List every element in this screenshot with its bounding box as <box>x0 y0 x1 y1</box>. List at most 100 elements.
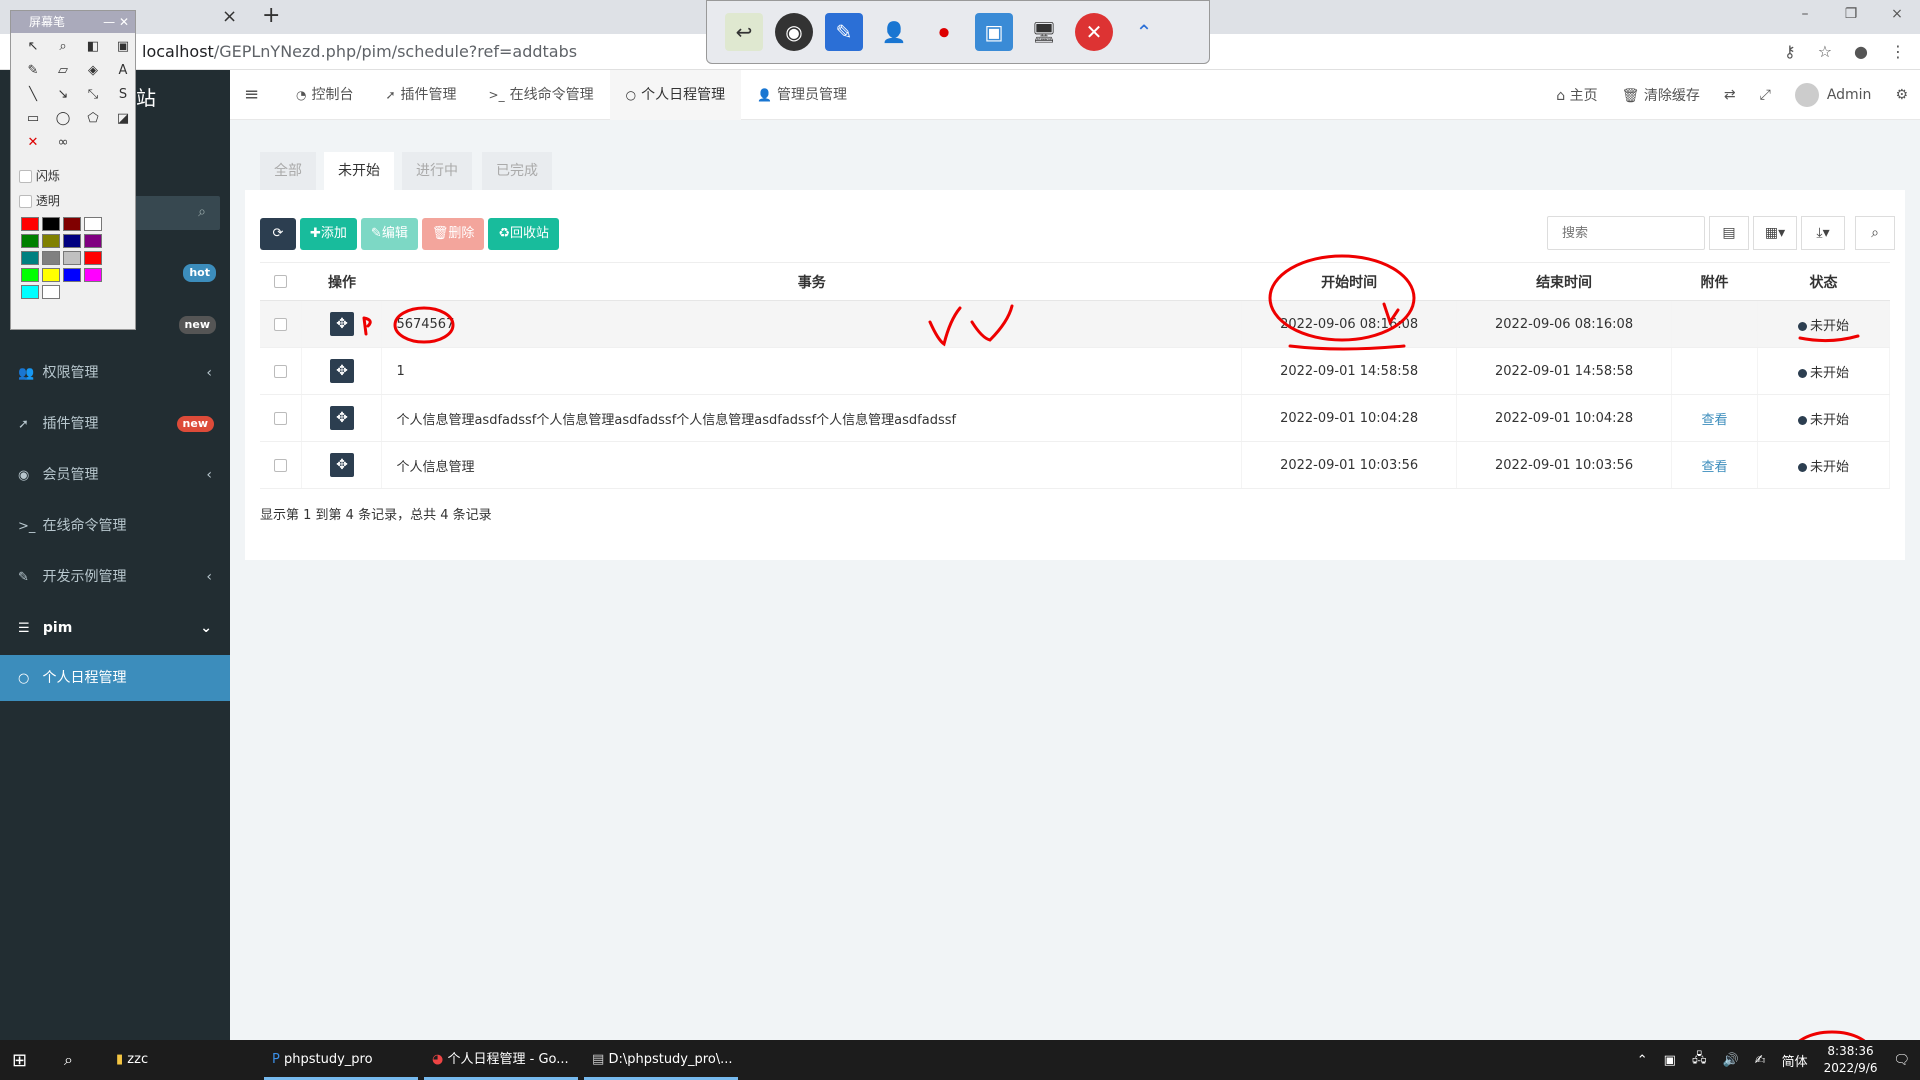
tab-dashboard[interactable]: ◔ 控制台 <box>280 70 369 120</box>
advanced-search-button[interactable]: ⌕ <box>1855 216 1895 250</box>
more-menu-icon[interactable]: ⋮ <box>1890 42 1906 61</box>
palette-color-swatch[interactable] <box>84 234 102 248</box>
palette-color-swatch[interactable] <box>84 268 102 282</box>
return-icon[interactable]: ↩ <box>725 13 763 51</box>
columns-button[interactable]: ▦▾ <box>1753 216 1797 250</box>
tab-schedule[interactable]: ○ 个人日程管理 <box>609 70 742 120</box>
close-window-button[interactable]: × <box>1874 0 1920 30</box>
palette-color-swatch[interactable] <box>42 234 60 248</box>
column-header[interactable]: 附件 <box>1671 262 1758 301</box>
close-icon[interactable]: — ✕ <box>103 11 129 33</box>
palette-color-swatch[interactable] <box>42 285 60 299</box>
export-button[interactable]: ⤓▾ <box>1801 216 1845 250</box>
arrow-icon[interactable]: ↘ <box>49 87 77 109</box>
ellipse-icon[interactable]: ◯ <box>49 111 77 133</box>
pen-icon[interactable]: ✎ <box>825 13 863 51</box>
palette-color-swatch[interactable] <box>42 268 60 282</box>
search-icon[interactable]: ⌕ <box>64 1050 73 1070</box>
table-row[interactable]: ✥ 5674567 2022-09-06 08:16:08 2022-09-06… <box>260 300 1890 348</box>
close-icon[interactable]: ✕ <box>1075 13 1113 51</box>
flash-checkbox[interactable] <box>19 170 32 183</box>
table-row[interactable]: ✥ 1 2022-09-01 14:58:58 2022-09-01 14:58… <box>260 347 1890 395</box>
column-header[interactable]: 事务 <box>381 262 1242 301</box>
view-attachment-link[interactable]: 查看 <box>1702 413 1728 428</box>
row-checkbox[interactable] <box>274 458 288 472</box>
fullscreen-icon[interactable]: ⤢ <box>1760 87 1771 103</box>
line-icon[interactable]: ╲ <box>19 87 47 109</box>
transparent-checkbox[interactable] <box>19 195 32 208</box>
pen-tool-title-bar[interactable]: 屏幕笔 — ✕ <box>11 11 135 33</box>
taskbar-app-folder[interactable]: ▮ zzc <box>108 1040 254 1080</box>
notification-icon[interactable]: 🗨 <box>1893 1053 1910 1068</box>
row-checkbox[interactable] <box>274 364 288 378</box>
eraser-icon[interactable]: ▱ <box>49 63 77 85</box>
key-icon[interactable]: ⚷ <box>1784 42 1796 61</box>
user-icon[interactable]: 👤 <box>875 13 913 51</box>
window-icon[interactable]: ◧ <box>79 39 107 61</box>
search-icon[interactable]: ⌕ <box>198 204 206 220</box>
double-arrow-icon[interactable]: ⤡ <box>79 87 107 109</box>
pointer-icon[interactable]: ↖ <box>19 39 47 61</box>
volume-icon[interactable]: 🔊 <box>1722 1053 1738 1068</box>
select-all-checkbox[interactable] <box>274 275 288 288</box>
tab-all[interactable]: 全部 <box>260 152 316 190</box>
curve-icon[interactable]: S <box>109 87 137 109</box>
ime-indicator[interactable]: 简体 <box>1782 1051 1808 1070</box>
restore-button[interactable]: ❐ <box>1828 0 1874 30</box>
camera-icon[interactable]: ◉ <box>775 13 813 51</box>
tab-not-started[interactable]: 未开始 <box>324 152 394 190</box>
link-icon[interactable]: ∞ <box>49 135 77 157</box>
column-header[interactable]: 开始时间 <box>1241 262 1457 301</box>
menu-toggle-icon[interactable]: ≡ <box>244 84 259 105</box>
column-header[interactable]: 结束时间 <box>1456 262 1672 301</box>
tray-expand-icon[interactable]: ⌃ <box>1637 1053 1648 1068</box>
column-header[interactable]: 操作 <box>301 262 382 301</box>
star-icon[interactable]: ☆ <box>1818 42 1832 61</box>
drag-move-button[interactable]: ✥ <box>329 453 354 477</box>
table-row[interactable]: ✥ 个人信息管理 2022-09-01 10:03:56 2022-09-01 … <box>260 441 1890 489</box>
transparent-option[interactable]: 透明 <box>11 188 135 213</box>
sidebar-item-members[interactable]: ◉ 会员管理 ‹ <box>0 450 230 500</box>
zoom-icon[interactable]: ⌕ <box>49 39 77 61</box>
tab-close-button[interactable]: × <box>222 6 237 27</box>
language-icon[interactable]: ⇄ <box>1724 87 1736 103</box>
sidebar-item-permissions[interactable]: 👥 权限管理 ‹ <box>0 348 230 398</box>
view-attachment-link[interactable]: 查看 <box>1702 460 1728 475</box>
palette-color-swatch[interactable] <box>21 251 39 265</box>
table-row[interactable]: ✥ 个人信息管理asdfadssf个人信息管理asdfadssf个人信息管理as… <box>260 394 1890 442</box>
polygon-icon[interactable]: ⬠ <box>79 111 107 133</box>
profile-icon[interactable]: ● <box>1854 42 1868 61</box>
row-checkbox[interactable] <box>274 317 288 331</box>
home-link[interactable]: ⌂ 主页 <box>1556 85 1597 105</box>
network-icon[interactable]: 🖧 <box>1692 1049 1707 1071</box>
tray-app-icon[interactable]: ▣ <box>1664 1053 1676 1068</box>
drag-move-button[interactable]: ✥ <box>329 406 354 430</box>
minimize-button[interactable]: – <box>1782 0 1828 30</box>
drag-move-button[interactable]: ✥ <box>329 359 354 383</box>
refresh-button[interactable]: ⟳ <box>260 218 296 250</box>
row-checkbox[interactable] <box>274 411 288 425</box>
sidebar-item-dev-examples[interactable]: ✎ 开发示例管理 ‹ <box>0 552 230 602</box>
palette-color-swatch[interactable] <box>63 268 81 282</box>
highlight-icon[interactable]: ◪ <box>109 111 137 133</box>
palette-color-swatch[interactable] <box>21 268 39 282</box>
clear-icon[interactable]: ✕ <box>19 135 47 157</box>
drag-move-button[interactable]: ✥ <box>329 312 354 336</box>
windows-start-icon[interactable]: ⊞ <box>12 1050 27 1071</box>
palette-color-swatch[interactable] <box>42 217 60 231</box>
settings-icon[interactable]: ⚙ <box>1895 87 1908 103</box>
tab-online-command[interactable]: >_ 在线命令管理 <box>473 70 610 120</box>
monitor-icon[interactable]: 🖥 <box>1025 13 1063 51</box>
taskbar-app-phpstudy[interactable]: P phpstudy_pro <box>264 1040 418 1080</box>
palette-color-swatch[interactable] <box>21 234 39 248</box>
recycle-bin-button[interactable]: ♻回收站 <box>488 218 560 250</box>
palette-color-swatch[interactable] <box>63 251 81 265</box>
text-icon[interactable]: A <box>109 63 137 85</box>
capture-icon[interactable]: ▣ <box>109 39 137 61</box>
palette-color-swatch[interactable] <box>84 251 102 265</box>
add-button[interactable]: ✚添加 <box>300 218 357 250</box>
url-text[interactable]: localhost/GEPLnYNezd.php/pim/schedule?re… <box>142 42 577 61</box>
edit-button[interactable]: ✎编辑 <box>360 218 418 250</box>
palette-color-swatch[interactable] <box>42 251 60 265</box>
collapse-icon[interactable]: ⌃ <box>1125 13 1163 51</box>
